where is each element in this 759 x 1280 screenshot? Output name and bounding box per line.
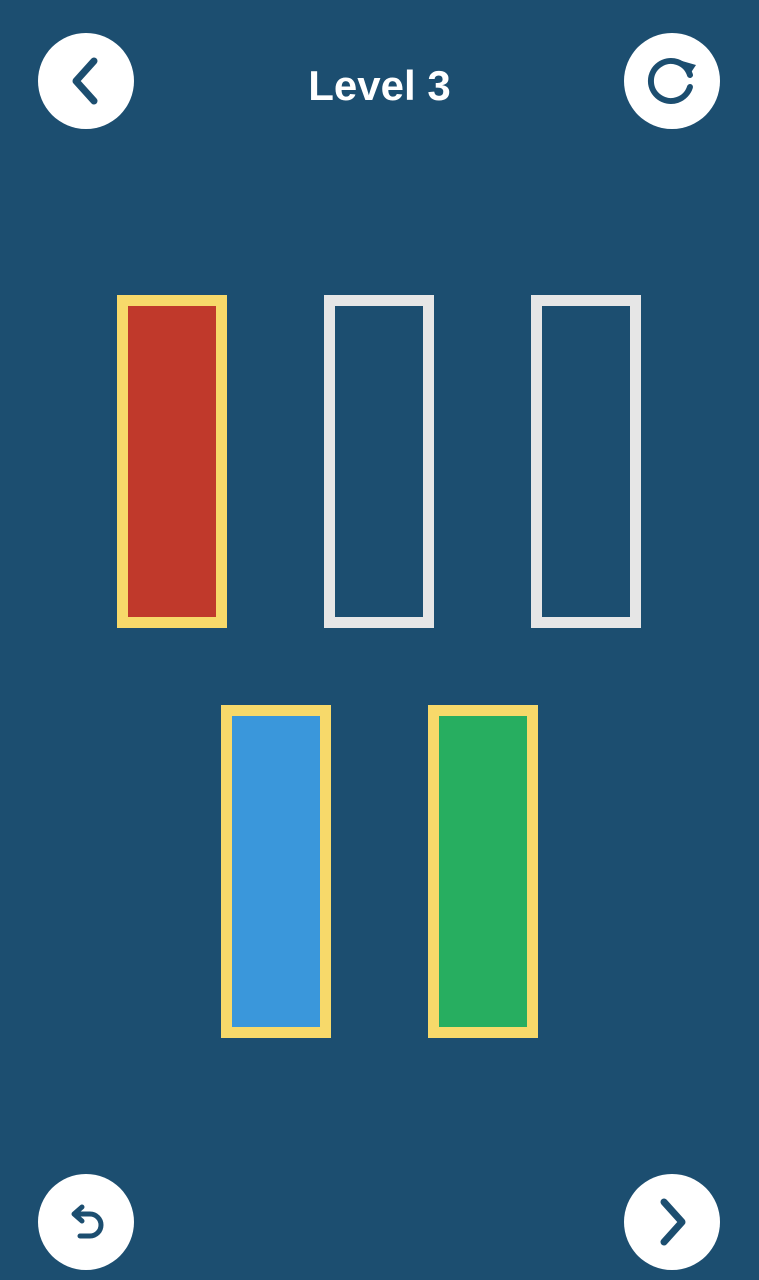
tube-5-liquid [439,716,527,1027]
tube-3[interactable] [531,295,641,628]
chevron-right-icon [660,1198,686,1246]
undo-button[interactable] [38,1174,134,1270]
tube-4[interactable] [221,705,331,1038]
tube-5[interactable] [428,705,538,1038]
tube-4-liquid [232,716,320,1027]
tube-2[interactable] [324,295,434,628]
undo-icon [71,1204,104,1239]
next-button[interactable] [624,1174,720,1270]
restart-icon [648,58,696,104]
restart-button[interactable] [624,33,720,129]
tube-1-liquid [128,306,216,617]
tube-1[interactable] [117,295,227,628]
